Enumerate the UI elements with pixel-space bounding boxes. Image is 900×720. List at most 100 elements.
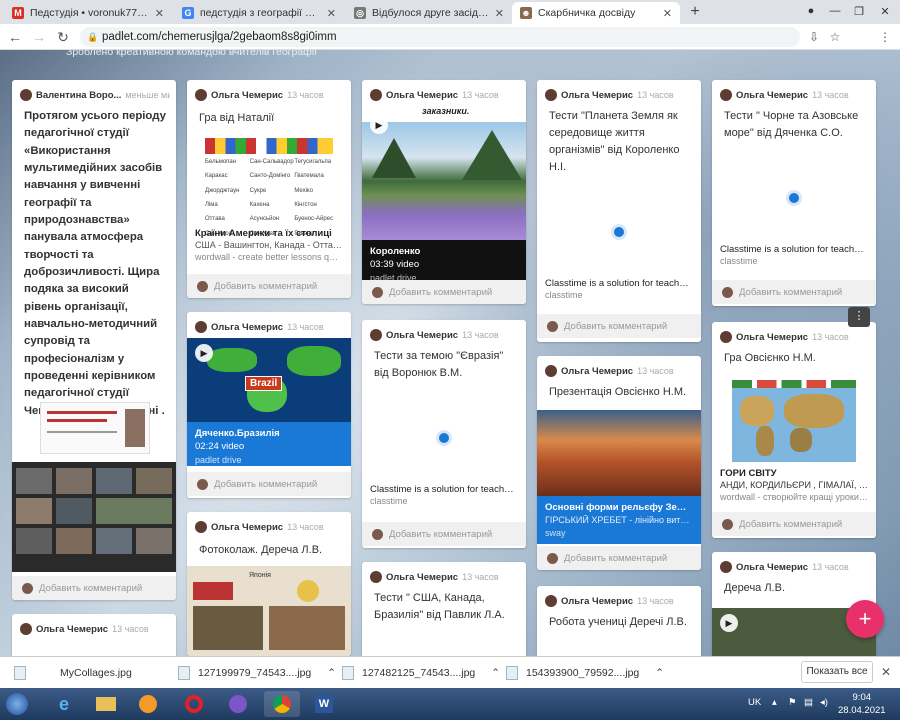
post-card-testimonial[interactable]: Валентина Воро... меньше мину... Протяго… [12, 80, 176, 600]
taskbar-viber[interactable] [220, 691, 256, 717]
post-time: 13 часов [287, 322, 324, 332]
mountain-meadow-thumbnail[interactable] [362, 122, 526, 240]
star-icon[interactable]: ☆ [826, 28, 844, 46]
menu-dots-icon[interactable]: ⋮ [876, 28, 894, 46]
post-card-test-seas[interactable]: Ольга Чемерис 13 часов Тести " Чорне та … [712, 80, 876, 306]
taskbar-word[interactable]: W [306, 691, 342, 717]
post-card[interactable]: Ольга Чемерис 13 часов [12, 614, 176, 656]
chrome-icon [273, 695, 291, 713]
post-card-test-planet[interactable]: Ольга Чемерис 13 часов Тести "Планета Зе… [537, 80, 701, 342]
back-arrow-icon[interactable]: ← [6, 28, 24, 46]
tab-padlet[interactable]: ☻ Скарбничка досвіду ✕ [512, 2, 680, 24]
taskbar-explorer[interactable] [88, 691, 124, 717]
post-card-student-work[interactable]: Ольга Чемерис 13 часов Робота учениці Де… [537, 586, 701, 656]
link-title[interactable]: ГОРИ СВІТУ [720, 468, 868, 479]
add-comment-bar[interactable]: Добавить комментарий [12, 576, 176, 600]
link-title[interactable]: Classtime is a solution for teachers ... [370, 484, 518, 495]
link-title[interactable]: Classtime is a solution for teachers ... [545, 278, 693, 289]
close-icon[interactable]: ✕ [327, 7, 336, 20]
maximize-icon[interactable]: ❐ [846, 0, 872, 22]
add-comment-bar[interactable]: Добавить комментарий [712, 280, 876, 304]
tab-news[interactable]: ◎ Відбулося друге засідання обл ✕ [346, 2, 512, 24]
forward-arrow-icon[interactable]: → [30, 28, 48, 46]
close-icon[interactable]: ✕ [881, 665, 891, 679]
add-comment-bar[interactable]: Добавить комментарий [187, 274, 351, 298]
minimize-icon[interactable]: — [822, 0, 848, 22]
video-length: 02:24 video [195, 440, 245, 452]
taskbar-ie[interactable]: e [46, 691, 82, 717]
language-indicator[interactable]: UK [748, 697, 761, 708]
start-button[interactable] [2, 691, 32, 717]
close-icon[interactable]: ✕ [663, 7, 672, 20]
link-title[interactable]: Classtime is a solution for teachers ... [720, 244, 868, 255]
play-icon[interactable]: ▶ [195, 344, 213, 362]
chevron-up-icon[interactable]: ⌃ [491, 667, 500, 679]
reload-icon[interactable]: ↻ [54, 28, 72, 46]
tab-google[interactable]: G педстудія з географії враженн ✕ [174, 2, 344, 24]
install-icon[interactable]: ⇩ [805, 28, 823, 46]
post-title: Тести " Чорне та Азовське море" від Дяче… [724, 110, 859, 140]
window-close-icon[interactable]: ✕ [872, 0, 898, 22]
chevron-up-icon[interactable]: ⌃ [327, 667, 336, 679]
post-time: меньше мину... [125, 90, 170, 100]
flag-icon[interactable]: ⚑ [788, 697, 797, 708]
taskbar-media[interactable] [130, 691, 166, 717]
post-card-game[interactable]: Ольга Чемерис 13 часов Гра від Наталії Б… [187, 80, 351, 298]
post-card-collage[interactable]: Ольга Чемерис 13 часов Фотоколаж. Дереча… [187, 512, 351, 656]
canyon-thumbnail[interactable] [537, 410, 701, 496]
avatar [370, 89, 382, 101]
download-item[interactable]: MyCollages.jpg ⌃ [14, 663, 193, 683]
play-icon[interactable]: ▶ [720, 614, 738, 632]
play-icon[interactable]: ▶ [370, 116, 388, 134]
post-card-mountains-game[interactable]: Ольга Чемерис 13 часов Гра Овсієнко Н.М.… [712, 322, 876, 538]
download-item[interactable]: 127199979_74543....jpg ⌃ [178, 663, 336, 683]
sway-link-box[interactable]: Основні форми рельєфу Землі - рі... ГІРС… [537, 496, 701, 544]
post-card-presentation[interactable]: Ольга Чемерис 13 часов Презентація Овсіє… [537, 356, 701, 570]
link-title[interactable]: Країни Америки та їх столиці [195, 228, 343, 239]
volume-icon[interactable]: ◂) [820, 697, 828, 708]
network-icon[interactable]: ▤ [804, 697, 813, 708]
add-comment-bar[interactable]: Добавить комментарий [362, 522, 526, 546]
clock[interactable]: 9:04 28.04.2021 [838, 692, 886, 718]
post-header: Ольга Чемерис 13 часов [720, 330, 870, 344]
browser-tab-bar: M Педстудія • voronuk77@ukr.net ✕ G педс… [0, 0, 900, 24]
avatar [545, 595, 557, 607]
add-comment-bar[interactable]: Добавить комментарий [537, 546, 701, 570]
close-icon[interactable]: ✕ [155, 7, 164, 20]
post-card-test-usa[interactable]: Ольга Чемерис 13 часов Тести " США, Кана… [362, 562, 526, 656]
media-player-icon [139, 695, 157, 713]
post-time: 13 часов [637, 366, 674, 376]
taskbar-chrome[interactable] [264, 691, 300, 717]
post-time: 13 часов [112, 624, 149, 634]
show-all-downloads-button[interactable]: Показать все [801, 661, 873, 683]
add-post-button[interactable]: + [846, 600, 884, 638]
comment-avatar [22, 582, 33, 594]
new-tab-button[interactable]: + [686, 3, 704, 21]
add-comment-bar[interactable]: Добавить комментарий [712, 512, 876, 536]
post-card-video-brazil[interactable]: Ольга Чемерис 13 часов Brazil ▶ Дяченко.… [187, 312, 351, 498]
chevron-up-icon[interactable]: ⌃ [655, 667, 664, 679]
download-item[interactable]: 127482125_74543....jpg ⌃ [342, 663, 500, 683]
avatar [545, 365, 557, 377]
profile-indicator-icon[interactable]: ● [798, 0, 824, 22]
add-comment-bar[interactable]: Добавить комментарий [362, 280, 526, 304]
post-menu-button[interactable]: ⋮ [848, 307, 870, 327]
close-icon[interactable]: ✕ [495, 7, 504, 20]
download-item[interactable]: 154393900_79592....jpg ⌃ [506, 663, 664, 683]
taskbar-opera[interactable] [176, 691, 212, 717]
post-time: 13 часов [812, 562, 849, 572]
post-card-video-korolenko[interactable]: Ольга Чемерис 13 часов заказники. ▶ Коро… [362, 80, 526, 304]
comment-avatar [197, 280, 208, 292]
post-card-test-eurasia[interactable]: Ольга Чемерис 13 часов Тести за темою "Є… [362, 320, 526, 548]
tab-gmail[interactable]: M Педстудія • voronuk77@ukr.net ✕ [4, 2, 172, 24]
post-time: 13 часов [637, 596, 674, 606]
post-author: Ольга Чемерис [36, 623, 109, 635]
post-title: Тести "Планета Земля як середовище життя… [549, 110, 680, 174]
tray-arrow-icon[interactable]: ▴ [772, 697, 777, 708]
add-comment-bar[interactable]: Добавить комментарий [537, 314, 701, 338]
clock-time: 9:04 [852, 692, 872, 703]
comment-avatar [372, 286, 383, 298]
add-comment-bar[interactable]: Добавить комментарий [187, 472, 351, 496]
url-field[interactable]: 🔒 padlet.com/chemerusjlga/2gebaom8s8gi0i… [80, 27, 800, 47]
japan-collage-image[interactable]: Японія [187, 566, 351, 656]
